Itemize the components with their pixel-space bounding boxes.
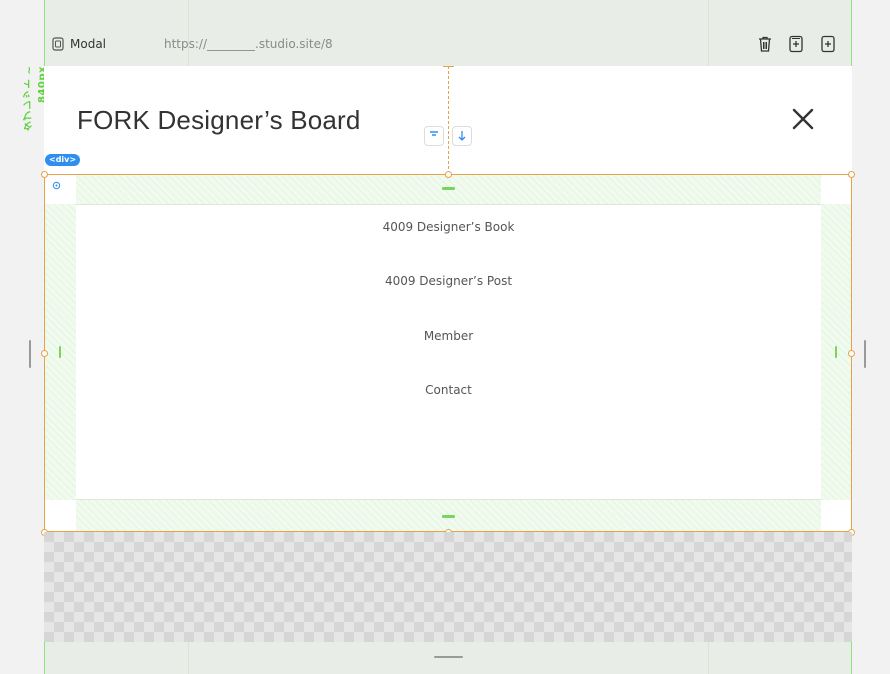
add-page-icon[interactable] bbox=[787, 35, 805, 53]
modal-icon bbox=[52, 37, 64, 51]
resize-handle-right[interactable] bbox=[848, 350, 855, 357]
resize-handle-top-right[interactable] bbox=[848, 171, 855, 178]
transparent-backdrop bbox=[44, 532, 852, 642]
element-tag[interactable]: <div> bbox=[45, 154, 81, 166]
trash-icon[interactable] bbox=[756, 35, 774, 53]
viewport-resize-grip-left[interactable] bbox=[29, 340, 31, 368]
viewport-resize-grip-bottom[interactable] bbox=[434, 656, 463, 658]
resize-handle-left[interactable] bbox=[41, 350, 48, 357]
spacing-guide bbox=[448, 66, 449, 174]
add-icon[interactable] bbox=[819, 35, 837, 53]
modal-label: Modal bbox=[70, 37, 106, 51]
selection-outline bbox=[44, 174, 852, 532]
arrow-down-icon bbox=[458, 131, 466, 141]
align-top-icon bbox=[430, 131, 438, 136]
close-icon[interactable] bbox=[790, 106, 816, 132]
viewport-resize-grip-right[interactable] bbox=[864, 340, 866, 368]
spacing-guide-cap bbox=[443, 66, 454, 67]
page-url[interactable]: https://________.studio.site/8 bbox=[164, 37, 333, 51]
align-top-button[interactable] bbox=[424, 126, 444, 146]
arrow-down-button[interactable] bbox=[452, 126, 472, 146]
resize-handle-top-left[interactable] bbox=[41, 171, 48, 178]
modal-title[interactable]: FORK Designer’s Board bbox=[77, 104, 361, 136]
resize-handle-top[interactable] bbox=[445, 171, 452, 178]
